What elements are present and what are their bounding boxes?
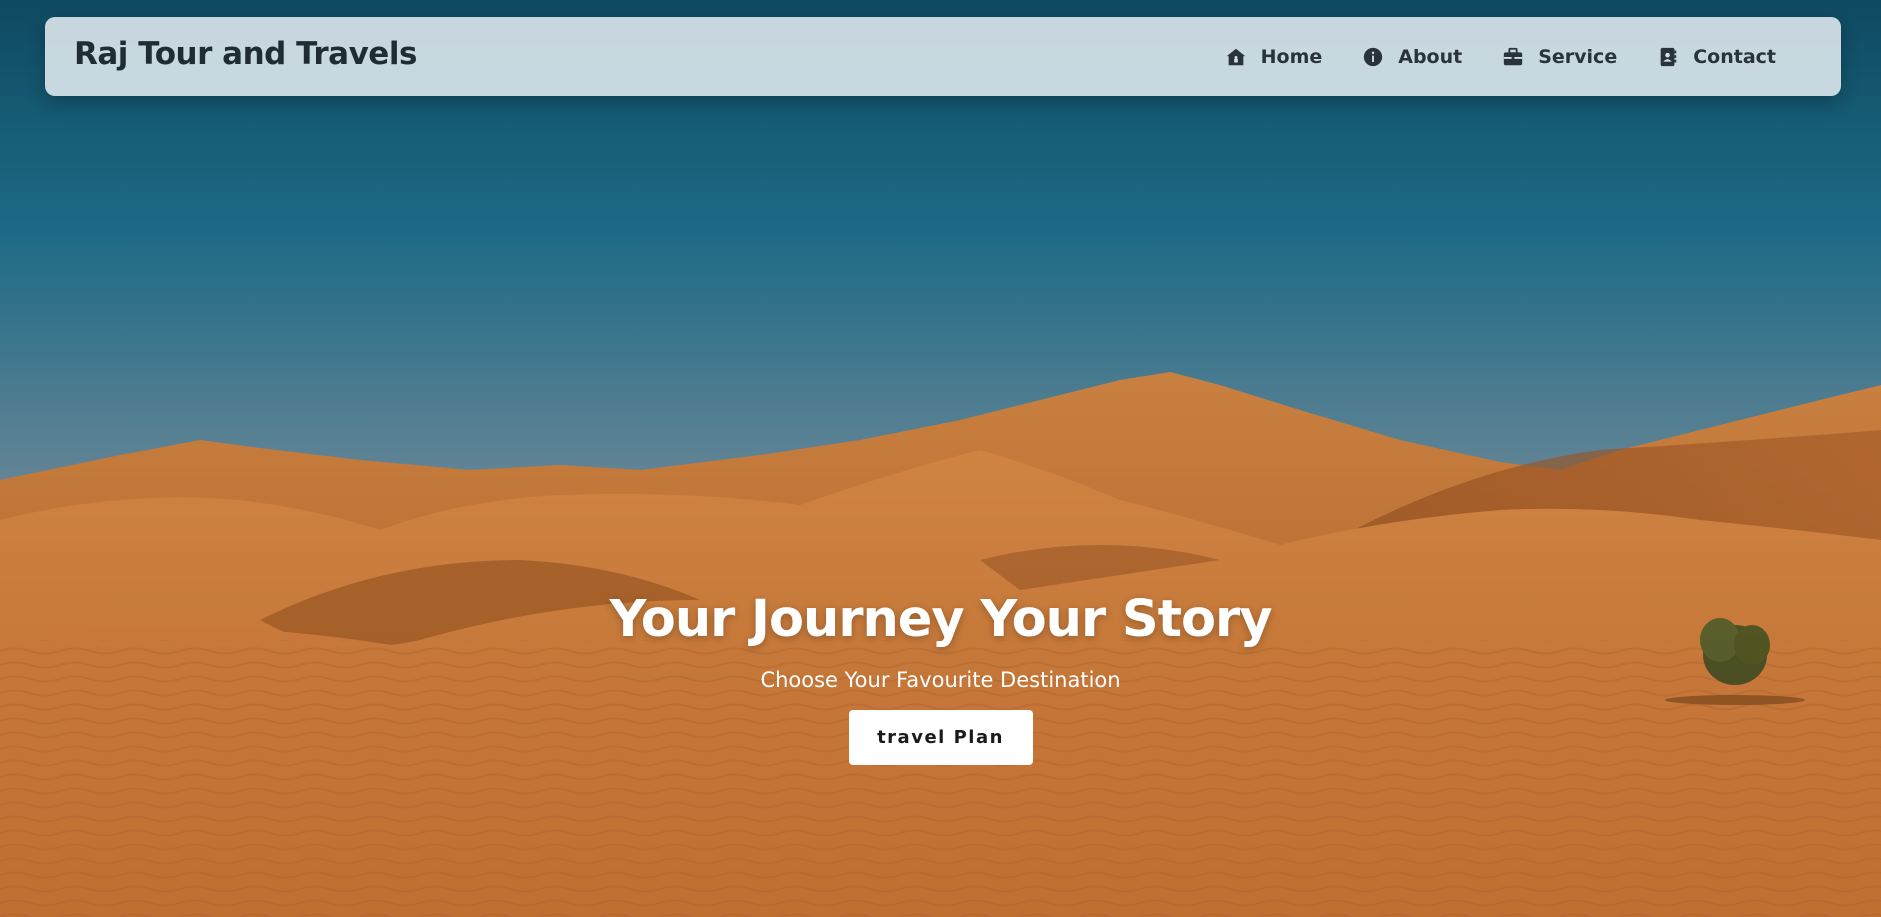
nav-links: Home About Service Contact xyxy=(1225,17,1776,96)
desert-background-image xyxy=(0,0,1881,917)
nav-link-label: Service xyxy=(1538,45,1618,68)
nav-link-home[interactable]: Home xyxy=(1225,45,1323,68)
travel-plan-button[interactable]: travel Plan xyxy=(848,710,1033,765)
brand-logo-text[interactable]: Raj Tour and Travels xyxy=(74,36,417,72)
contact-book-icon xyxy=(1657,46,1679,68)
hero-content: Your Journey Your Story Choose Your Favo… xyxy=(0,588,1881,765)
nav-link-service[interactable]: Service xyxy=(1502,46,1617,68)
nav-link-label: Contact xyxy=(1693,45,1776,68)
briefcase-icon xyxy=(1502,46,1524,68)
hero-subtitle: Choose Your Favourite Destination xyxy=(760,668,1121,692)
nav-link-label: About xyxy=(1398,45,1463,68)
home-icon xyxy=(1225,46,1247,68)
nav-link-label: Home xyxy=(1260,45,1323,68)
info-icon xyxy=(1362,46,1384,68)
nav-link-about[interactable]: About xyxy=(1362,46,1462,68)
nav-link-contact[interactable]: Contact xyxy=(1657,46,1776,68)
hero-title: Your Journey Your Story xyxy=(609,590,1273,649)
hero-section: Raj Tour and Travels Home About Service xyxy=(0,0,1881,917)
navbar: Raj Tour and Travels Home About Service xyxy=(45,17,1841,96)
